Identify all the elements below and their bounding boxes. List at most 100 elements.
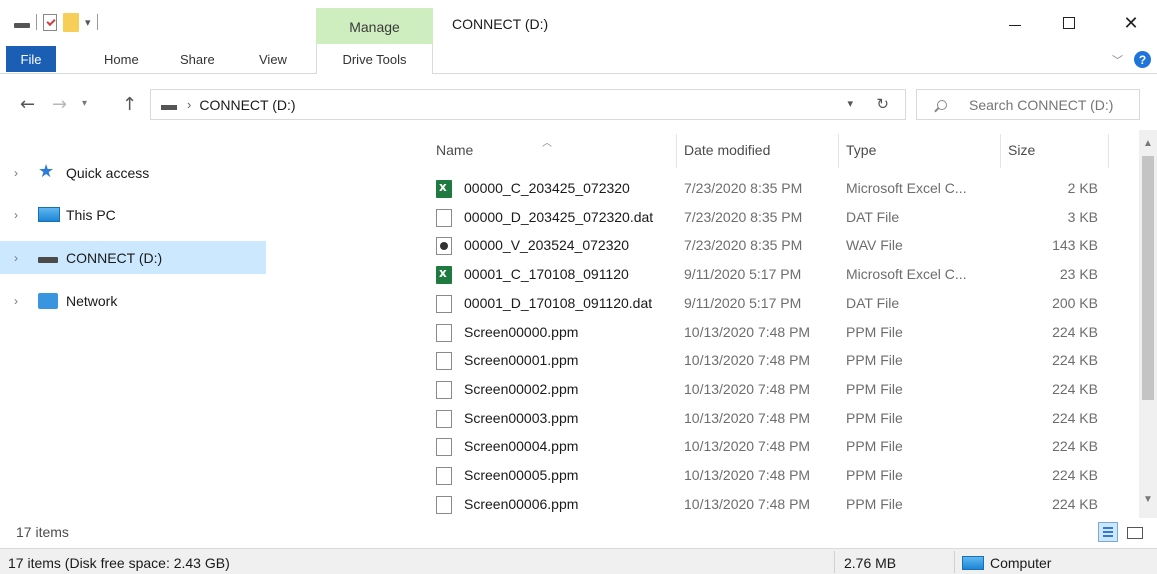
file-name: 00001_C_170108_091120 — [464, 266, 629, 283]
audio-file-icon — [436, 237, 452, 256]
help-icon[interactable]: ? — [1134, 51, 1151, 68]
column-divider[interactable] — [1000, 134, 1001, 168]
up-icon[interactable]: ↑ — [122, 94, 137, 115]
file-type: PPM File — [846, 409, 903, 426]
details-view-icon[interactable] — [1098, 522, 1118, 542]
expand-chevron-icon[interactable]: › — [14, 294, 18, 308]
column-header-name[interactable]: Name — [436, 142, 473, 158]
expand-chevron-icon[interactable]: › — [14, 208, 18, 222]
computer-icon — [38, 207, 60, 222]
file-type: PPM File — [846, 323, 903, 340]
file-row[interactable]: 00001_D_170108_091120.dat 9/11/2020 5:17 … — [432, 289, 1112, 317]
maximize-icon — [1063, 17, 1075, 29]
network-icon — [38, 293, 58, 309]
drive-icon — [38, 257, 58, 263]
tab-share[interactable]: Share — [180, 52, 215, 67]
file-size: 224 KB — [1052, 467, 1098, 483]
file-row[interactable]: Screen00004.ppm 10/13/2020 7:48 PM PPM Fil… — [432, 432, 1112, 460]
search-icon — [937, 99, 947, 110]
document-file-icon — [436, 495, 452, 514]
nav-item-label: Quick access — [66, 164, 150, 181]
status-bar: 17 items (Disk free space: 2.43 GB) 2.76… — [0, 548, 1157, 574]
file-row[interactable]: Screen00001.ppm 10/13/2020 7:48 PM PPM Fil… — [432, 346, 1112, 374]
column-header-date[interactable]: Date modified — [684, 142, 770, 158]
file-date-modified: 10/13/2020 7:48 PM — [684, 438, 811, 455]
vertical-scrollbar[interactable]: ▲ ▼ — [1139, 130, 1157, 518]
file-name: 00001_D_170108_091120.dat — [464, 294, 653, 311]
forward-icon[interactable]: → — [52, 94, 67, 115]
status-divider — [954, 551, 955, 573]
status-size: 2.76 MB — [844, 555, 897, 571]
expand-chevron-icon[interactable]: › — [14, 251, 18, 265]
status-location: Computer — [990, 555, 1052, 571]
nav-item-label: Network — [66, 292, 118, 309]
file-row[interactable]: 00000_C_203425_072320 7/23/2020 8:35 PM Mi… — [432, 174, 1112, 202]
file-row[interactable]: Screen00003.ppm 10/13/2020 7:48 PM PPM Fil… — [432, 404, 1112, 432]
document-file-icon — [436, 380, 452, 399]
column-divider[interactable] — [676, 134, 677, 168]
file-name: Screen00000.ppm — [464, 323, 579, 340]
file-row[interactable]: Screen00006.ppm 10/13/2020 7:48 PM PPM Fil… — [432, 490, 1112, 518]
scroll-down-icon[interactable]: ▼ — [1143, 494, 1153, 505]
file-type: DAT File — [846, 208, 900, 225]
recent-locations-icon[interactable]: ▾ — [82, 98, 87, 109]
file-name: Screen00002.ppm — [464, 380, 579, 397]
drive-icon[interactable] — [14, 22, 30, 28]
file-name: Screen00006.ppm — [464, 495, 579, 512]
manage-tab[interactable]: Manage — [316, 8, 433, 45]
search-box[interactable] — [916, 89, 1140, 120]
star-icon: ★ — [38, 161, 55, 182]
breadcrumb-chevron-icon[interactable]: › — [187, 97, 191, 112]
search-input[interactable] — [969, 96, 1139, 113]
file-name: Screen00005.ppm — [464, 467, 579, 483]
breadcrumb[interactable]: CONNECT (D:) — [199, 97, 295, 113]
file-list: ︿ Name Date modified Type Size 00000_C_2… — [266, 130, 1139, 518]
file-type: PPM File — [846, 352, 903, 369]
back-icon[interactable]: ← — [20, 94, 35, 115]
column-divider[interactable] — [838, 134, 839, 168]
file-row[interactable]: 00000_V_203524_072320 7/23/2020 8:35 PM WA… — [432, 231, 1112, 259]
expand-chevron-icon[interactable]: › — [14, 166, 18, 180]
file-row[interactable]: 00000_D_203425_072320.dat 7/23/2020 8:35 … — [432, 203, 1112, 231]
expand-ribbon-icon[interactable]: ﹀ — [1112, 52, 1123, 68]
refresh-icon[interactable]: ↻ — [876, 95, 889, 113]
file-name: Screen00001.ppm — [464, 352, 579, 369]
file-name: 00000_C_203425_072320 — [464, 180, 630, 196]
scrollbar-thumb[interactable] — [1142, 156, 1154, 400]
nav-item-connect-drive[interactable]: › CONNECT (D:) — [0, 241, 266, 274]
file-name: Screen00003.ppm — [464, 409, 579, 426]
tab-drive-tools[interactable]: Drive Tools — [316, 44, 433, 74]
close-button[interactable]: ✕ — [1108, 8, 1154, 38]
file-row[interactable]: Screen00000.ppm 10/13/2020 7:48 PM PPM Fil… — [432, 318, 1112, 346]
address-bar[interactable]: › CONNECT (D:) ▾ ↻ — [150, 89, 906, 120]
navigation-pane: › ★ Quick access › This PC › CONNECT (D:… — [0, 130, 266, 518]
file-size: 224 KB — [1052, 438, 1098, 455]
file-size: 224 KB — [1052, 409, 1098, 426]
column-divider[interactable] — [1108, 134, 1109, 168]
tab-home[interactable]: Home — [104, 52, 139, 67]
file-row[interactable]: 00001_C_170108_091120 9/11/2020 5:17 PM Mi… — [432, 260, 1112, 288]
file-name: 00000_D_203425_072320.dat — [464, 208, 654, 225]
file-type: PPM File — [846, 467, 903, 483]
new-folder-icon[interactable] — [63, 12, 79, 32]
file-type: WAV File — [846, 237, 903, 254]
nav-item-quick-access[interactable]: › ★ Quick access — [0, 156, 266, 189]
file-row[interactable]: Screen00002.ppm 10/13/2020 7:48 PM PPM Fil… — [432, 375, 1112, 403]
properties-icon[interactable] — [43, 13, 57, 31]
drive-icon — [161, 105, 177, 110]
maximize-button[interactable] — [1046, 8, 1092, 38]
scroll-up-icon[interactable]: ▲ — [1143, 138, 1153, 149]
column-header-size[interactable]: Size — [1008, 142, 1035, 158]
customize-toolbar-icon[interactable]: ▾ — [85, 16, 91, 29]
minimize-button[interactable] — [992, 8, 1038, 38]
large-icons-view-icon[interactable] — [1124, 522, 1144, 542]
column-header-type[interactable]: Type — [846, 142, 876, 158]
address-dropdown-icon[interactable]: ▾ — [847, 97, 853, 110]
tab-file[interactable]: File — [6, 46, 56, 72]
file-size: 143 KB — [1052, 237, 1098, 254]
file-date-modified: 10/13/2020 7:48 PM — [684, 409, 811, 426]
tab-view[interactable]: View — [259, 52, 287, 67]
nav-item-this-pc[interactable]: › This PC — [0, 198, 266, 231]
nav-item-network[interactable]: › Network — [0, 284, 266, 317]
file-row[interactable]: Screen00005.ppm 10/13/2020 7:48 PM PPM Fil… — [432, 461, 1112, 489]
